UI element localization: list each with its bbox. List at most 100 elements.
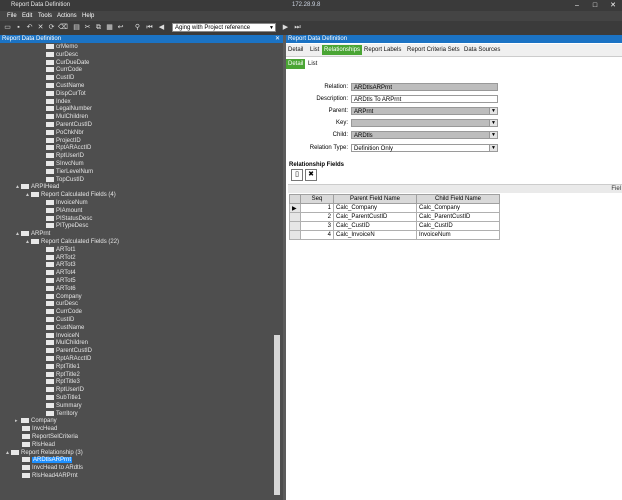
next-record-icon[interactable]: ▶ — [281, 23, 290, 32]
tab-relationships[interactable]: Relationships — [322, 45, 363, 55]
copy-icon[interactable]: ⧉ — [94, 23, 103, 32]
description-field[interactable]: ARDtls To ARPrnt — [351, 95, 498, 103]
minimize-icon[interactable]: – — [568, 0, 586, 11]
refresh-icon[interactable]: ⟳ — [47, 23, 56, 32]
delete-row-icon[interactable]: ✖ — [305, 169, 317, 181]
row-selector[interactable] — [289, 221, 301, 231]
parent-field-cell[interactable]: Calc_ParentCustID — [333, 212, 417, 222]
parent-field-cell[interactable]: Calc_CustID — [333, 221, 417, 231]
tree-node[interactable]: RptTitle1 — [46, 363, 80, 371]
tree-node[interactable]: TierLevelNum — [46, 168, 93, 176]
tree-node[interactable]: CustName — [46, 82, 84, 90]
search-icon[interactable]: ⚲ — [133, 23, 142, 32]
col-child-field[interactable]: Child Field Name — [416, 194, 500, 204]
undo-edit-icon[interactable]: ↩ — [116, 23, 125, 32]
tree-node[interactable]: Summary — [46, 402, 82, 410]
paste-icon[interactable]: ▦ — [105, 23, 114, 32]
scroll-thumb[interactable] — [274, 335, 280, 495]
menu-actions[interactable]: Actions — [57, 13, 77, 19]
prev-record-icon[interactable]: ◀ — [157, 23, 166, 32]
relation-type-select[interactable]: Definition Only ▼ — [351, 144, 498, 152]
tree-node[interactable]: CustID — [46, 74, 74, 82]
tree-node[interactable]: DispCurTot — [46, 90, 86, 98]
chevron-down-icon[interactable]: ▼ — [489, 145, 497, 151]
tree-node[interactable]: InvoiceNum — [46, 199, 88, 207]
tree-node[interactable]: ▲ Report Calculated Fields (22) — [25, 238, 119, 246]
tree-node[interactable]: RlsHead4ARPrnt — [22, 472, 78, 480]
tree-node[interactable]: SInvcNum — [46, 160, 84, 168]
table-row[interactable]: 3 Calc_CustID Calc_CustID — [289, 221, 500, 231]
tree-node[interactable]: MulChildren — [46, 113, 88, 121]
child-field-cell[interactable]: Calc_CustID — [416, 221, 500, 231]
menu-file[interactable]: File — [7, 13, 17, 19]
undo-icon[interactable]: ↶ — [25, 23, 34, 32]
tree-scrollbar[interactable] — [272, 43, 282, 500]
tree-node[interactable]: RptTitle2 — [46, 371, 80, 379]
tree-node[interactable]: ARTot3 — [46, 261, 76, 269]
tree-node[interactable]: ARTot5 — [46, 277, 76, 285]
last-record-icon[interactable]: ⏭ — [293, 23, 302, 32]
seq-cell[interactable]: 2 — [300, 212, 334, 222]
tree-node[interactable]: Territory — [46, 410, 78, 418]
close-icon[interactable]: ✕ — [604, 0, 622, 11]
print-icon[interactable]: ▤ — [72, 23, 81, 32]
add-row-icon[interactable]: ▯ — [291, 169, 303, 181]
tree-node[interactable]: LegalNumber — [46, 105, 92, 113]
parent-field-cell[interactable]: Calc_InvoiceN — [333, 230, 417, 240]
delete-icon[interactable]: ✕ — [36, 23, 45, 32]
tree-node[interactable]: RptARAcctID — [46, 355, 91, 363]
close-panel-icon[interactable]: ✕ — [275, 35, 280, 43]
tree-node[interactable]: ParentCustID — [46, 347, 92, 355]
tree-node[interactable]: crMemo — [46, 43, 78, 51]
tree-node[interactable]: RptUserID — [46, 386, 84, 394]
tree-node[interactable]: InvoiceN — [46, 332, 79, 340]
subtab-list[interactable]: List — [306, 59, 319, 69]
seq-cell[interactable]: 1 — [300, 203, 334, 213]
chevron-down-icon[interactable]: ▼ — [489, 120, 497, 126]
tree-node[interactable]: ▲ ARPrnt — [15, 230, 50, 238]
child-field-cell[interactable]: Calc_Company — [416, 203, 500, 213]
tab-data-sources[interactable]: Data Sources — [462, 45, 502, 55]
tree-node[interactable]: RptTitle3 — [46, 378, 80, 386]
row-selector[interactable] — [289, 230, 301, 240]
tab-report-criteria-sets[interactable]: Report Criteria Sets — [405, 45, 462, 55]
maximize-icon[interactable]: □ — [586, 0, 604, 11]
subtab-detail[interactable]: Detail — [286, 59, 306, 69]
tree-node[interactable]: ARTot4 — [46, 269, 76, 277]
chevron-down-icon[interactable]: ▼ — [489, 132, 497, 138]
clear-icon[interactable]: ⌫ — [58, 23, 68, 32]
col-seq[interactable]: Seq — [300, 194, 334, 204]
tree-node[interactable]: curDesc — [46, 300, 78, 308]
tree-node[interactable]: RptARAcctID — [46, 144, 91, 152]
first-record-icon[interactable]: ⏮ — [145, 23, 154, 32]
menu-tools[interactable]: Tools — [38, 13, 52, 19]
tree-node[interactable]: ARDtlsARPrnt — [22, 456, 73, 464]
tree-node[interactable]: curDesc — [46, 51, 78, 59]
key-select[interactable]: ▼ — [351, 119, 498, 127]
chevron-down-icon[interactable]: ▼ — [489, 108, 497, 114]
tree-node[interactable]: ProjectID — [46, 137, 81, 145]
tree-node[interactable]: PIStatusDesc — [46, 215, 92, 223]
row-selector[interactable]: ▶ — [289, 203, 301, 213]
child-field-cell[interactable]: InvoiceNum — [416, 230, 500, 240]
tree-node[interactable]: ▸ Company — [15, 417, 57, 425]
seq-cell[interactable]: 3 — [300, 221, 334, 231]
tree-node[interactable]: ARTot1 — [46, 246, 76, 254]
child-select[interactable]: ARDtls ▼ — [351, 131, 498, 139]
col-parent-field[interactable]: Parent Field Name — [333, 194, 417, 204]
child-field-cell[interactable]: Calc_ParentCustID — [416, 212, 500, 222]
tree-node[interactable]: MulChildren — [46, 339, 88, 347]
tree-node[interactable]: RptUserID — [46, 152, 84, 160]
tree-node[interactable]: ▲ ARPIHead — [15, 183, 59, 191]
tree-node[interactable]: ParentCustID — [46, 121, 92, 129]
tree-node[interactable]: PITypeDesc — [46, 222, 88, 230]
tree-node[interactable]: ▲ Report Calculated Fields (4) — [25, 191, 116, 199]
parent-field-cell[interactable]: Calc_Company — [333, 203, 417, 213]
tree-node[interactable]: CustName — [46, 324, 84, 332]
report-combo[interactable]: Aging with Project reference ▼ — [172, 23, 276, 32]
table-row[interactable]: ▶ 1 Calc_Company Calc_Company — [289, 203, 500, 213]
tab-detail[interactable]: Detail — [286, 45, 305, 55]
tree-node[interactable]: PIAmount — [46, 207, 82, 215]
tree-node[interactable]: InvcHead — [22, 425, 57, 433]
row-selector[interactable] — [289, 212, 301, 222]
